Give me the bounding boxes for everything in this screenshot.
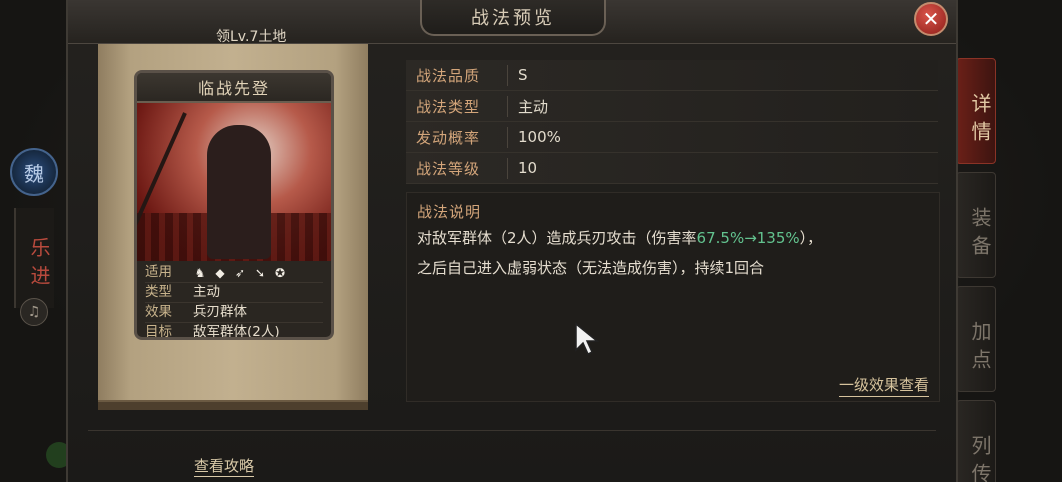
skill-attribute-table: 战法品质 S 战法类型 主动 发动概率 100% 战法等级 10 — [406, 60, 938, 184]
card-val-type: 主动 — [193, 284, 220, 300]
attr-value: S — [518, 66, 528, 84]
skill-card-info: 适用 ♞ ◆ ➶ ➘ ✪ 类型 主动 效果 兵刃群体 目标 敌军群体(2人) — [137, 261, 331, 340]
attr-value: 100% — [518, 128, 561, 146]
description-line-1: 对敌军群体（2人）造成兵刃攻击（伤害率67.5%→135%）， — [417, 223, 927, 253]
level-one-effect-link[interactable]: 一级效果查看 — [838, 374, 929, 397]
view-guide-link[interactable]: 查看攻略 — [194, 455, 255, 477]
territory-label: 领Lv.7土地 — [216, 29, 287, 45]
skill-card-art — [137, 103, 331, 261]
attr-row-quality: 战法品质 S — [406, 60, 938, 91]
card-row-target: 目标 敌军群体(2人) — [145, 323, 323, 340]
attr-row-probability: 发动概率 100% — [406, 122, 938, 153]
card-row-type: 类型 主动 — [145, 283, 323, 303]
sound-icon[interactable]: ♫ — [20, 298, 48, 326]
card-val-effect: 兵刃群体 — [193, 304, 247, 320]
tab-details[interactable]: 详情 — [956, 58, 996, 164]
attr-row-type: 战法类型 主动 — [406, 91, 938, 122]
skill-preview-dialog: 战法预览 ✕ 领Lv.7土地 临战先登 适用 ♞ ◆ ➶ ➘ ✪ 类型 主动 效… — [66, 0, 958, 482]
dialog-title: 战法预览 — [420, 0, 606, 36]
bow-icon: ➶ — [234, 265, 246, 280]
description-line-1-end: ）， — [799, 229, 823, 247]
attr-value: 10 — [518, 159, 538, 177]
shield-icon: ◆ — [215, 265, 225, 280]
attr-row-level: 战法等级 10 — [406, 153, 938, 184]
close-icon: ✕ — [922, 7, 940, 31]
card-val-target: 敌军群体(2人) — [193, 324, 280, 340]
description-line-2: 之后自己进入虚弱状态（无法造成伤害），持续1回合 — [417, 259, 765, 277]
cavalry-icon: ♞ — [194, 265, 206, 280]
close-button[interactable]: ✕ — [914, 2, 948, 36]
skill-card: 临战先登 适用 ♞ ◆ ➶ ➘ ✪ 类型 主动 效果 兵刃群体 目标 敌军群体(… — [134, 70, 334, 340]
description-title: 战法说明 — [417, 203, 482, 221]
cursor-icon — [575, 322, 600, 356]
attr-key: 战法类型 — [406, 95, 508, 117]
card-key-applicable: 适用 — [145, 264, 172, 280]
card-key-effect: 效果 — [145, 304, 172, 320]
troop-type-icons: ♞ ◆ ➶ ➘ ✪ — [193, 263, 287, 282]
description-text: 对敌军群体（2人）造成兵刃攻击（伤害率67.5%→135%）， 之后自己进入虚弱… — [417, 223, 927, 283]
tab-add-points[interactable]: 加点 — [956, 286, 996, 392]
chariot-icon: ✪ — [274, 265, 286, 280]
skill-card-name: 临战先登 — [137, 73, 331, 103]
card-row-effect: 效果 兵刃群体 — [145, 303, 323, 323]
hero-name-label: 乐进 — [14, 208, 54, 308]
card-key-target: 目标 — [145, 324, 172, 340]
damage-rate: 67.5%→135% — [696, 229, 800, 247]
skill-description-box: 战法说明 对敌军群体（2人）造成兵刃攻击（伤害率67.5%→135%）， 之后自… — [406, 192, 940, 402]
spear-icon: ➘ — [254, 265, 266, 280]
attr-key: 战法品质 — [406, 64, 508, 86]
faction-badge: 魏 — [10, 148, 58, 196]
attr-key: 发动概率 — [406, 126, 508, 148]
description-line-1-text: 对敌军群体（2人）造成兵刃攻击（伤害率 — [417, 229, 697, 247]
card-key-type: 类型 — [145, 284, 172, 300]
attr-value: 主动 — [518, 97, 549, 116]
tab-equipment[interactable]: 装备 — [956, 172, 996, 278]
tab-biography[interactable]: 列传 — [956, 400, 996, 482]
attr-key: 战法等级 — [406, 157, 508, 179]
footer-divider — [88, 430, 936, 431]
card-row-applicable: 适用 ♞ ◆ ➶ ➘ ✪ — [145, 263, 323, 283]
general-silhouette — [207, 125, 271, 259]
